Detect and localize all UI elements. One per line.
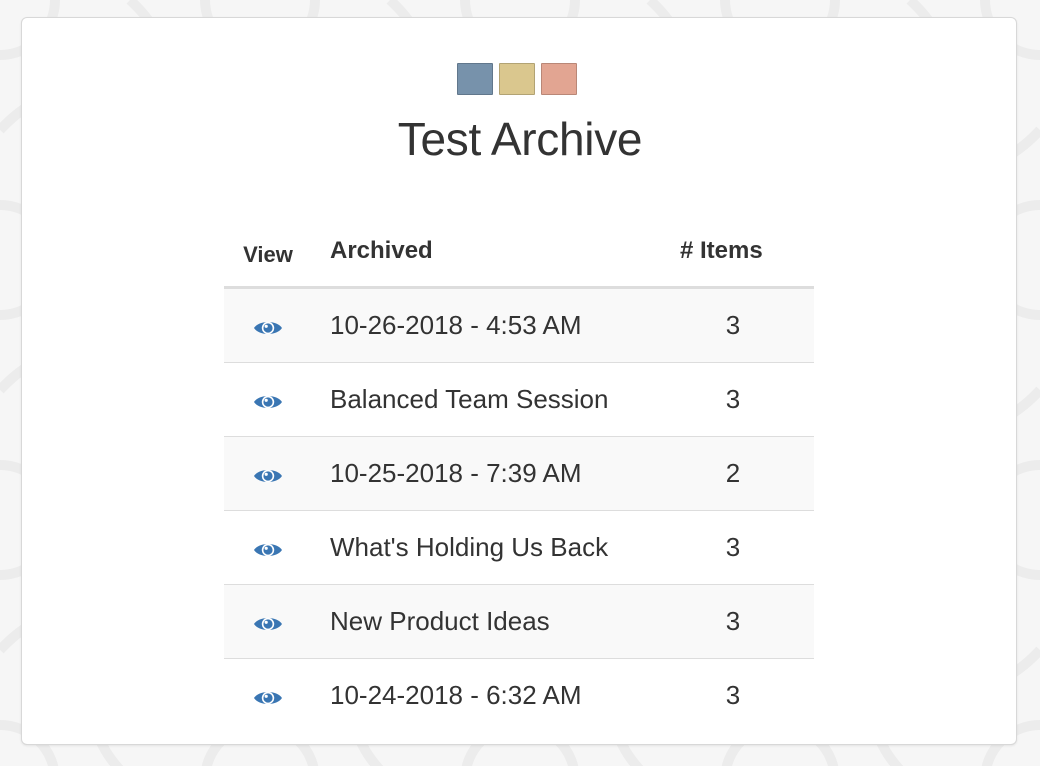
view-cell[interactable] (224, 659, 312, 733)
archive-table: View Archived # Items 10-26-2018 - 4:53 … (224, 216, 814, 732)
archived-name-cell: 10-25-2018 - 7:39 AM (312, 436, 652, 511)
archived-name-cell: 10-26-2018 - 4:53 AM (312, 287, 652, 363)
logo-square-salmon (541, 63, 577, 95)
eye-icon[interactable] (253, 688, 283, 708)
archived-name-cell: New Product Ideas (312, 584, 652, 659)
item-count-cell: 2 (652, 436, 814, 511)
column-header-view: View (224, 216, 312, 289)
eye-icon[interactable] (253, 540, 283, 560)
item-count-cell: 3 (725, 680, 741, 710)
eye-icon[interactable] (253, 466, 283, 486)
column-header-archived: Archived (312, 216, 652, 289)
item-count-cell: 3 (652, 584, 814, 659)
eye-icon[interactable] (253, 392, 283, 412)
item-count-cell: 3 (652, 362, 814, 437)
table-row: 10-26-2018 - 4:53 AM 3 (224, 287, 814, 363)
view-cell[interactable] (224, 362, 312, 437)
archived-name-cell: Balanced Team Session (312, 362, 652, 437)
archived-name-cell: What's Holding Us Back (312, 510, 652, 585)
eye-icon[interactable] (253, 614, 283, 634)
table-row: Balanced Team Session 3 (224, 362, 814, 437)
table-row: 10-25-2018 - 7:39 AM 2 (224, 436, 814, 511)
eye-icon[interactable] (253, 318, 283, 338)
table-row: New Product Ideas 3 (224, 584, 814, 659)
column-header-items: # Items (652, 216, 814, 289)
archive-card: Test Archive View Archived # Items 10-26… (21, 17, 1017, 745)
view-cell[interactable] (224, 436, 312, 511)
view-cell[interactable] (224, 584, 312, 659)
archived-name-cell: 10-24-2018 - 6:32 AM (330, 680, 582, 710)
page-title: Test Archive (397, 113, 643, 165)
logo-square-yellow (499, 63, 535, 95)
view-cell[interactable] (224, 510, 312, 585)
view-cell[interactable] (224, 287, 312, 363)
table-row: 10-24-2018 - 6:32 AM 3 (224, 659, 814, 733)
item-count-cell: 3 (652, 287, 814, 363)
app-logo (457, 63, 577, 95)
item-count-cell: 3 (652, 510, 814, 585)
table-row: What's Holding Us Back 3 (224, 510, 814, 585)
table-header-row: View Archived # Items (224, 216, 814, 289)
logo-square-blue (457, 63, 493, 95)
